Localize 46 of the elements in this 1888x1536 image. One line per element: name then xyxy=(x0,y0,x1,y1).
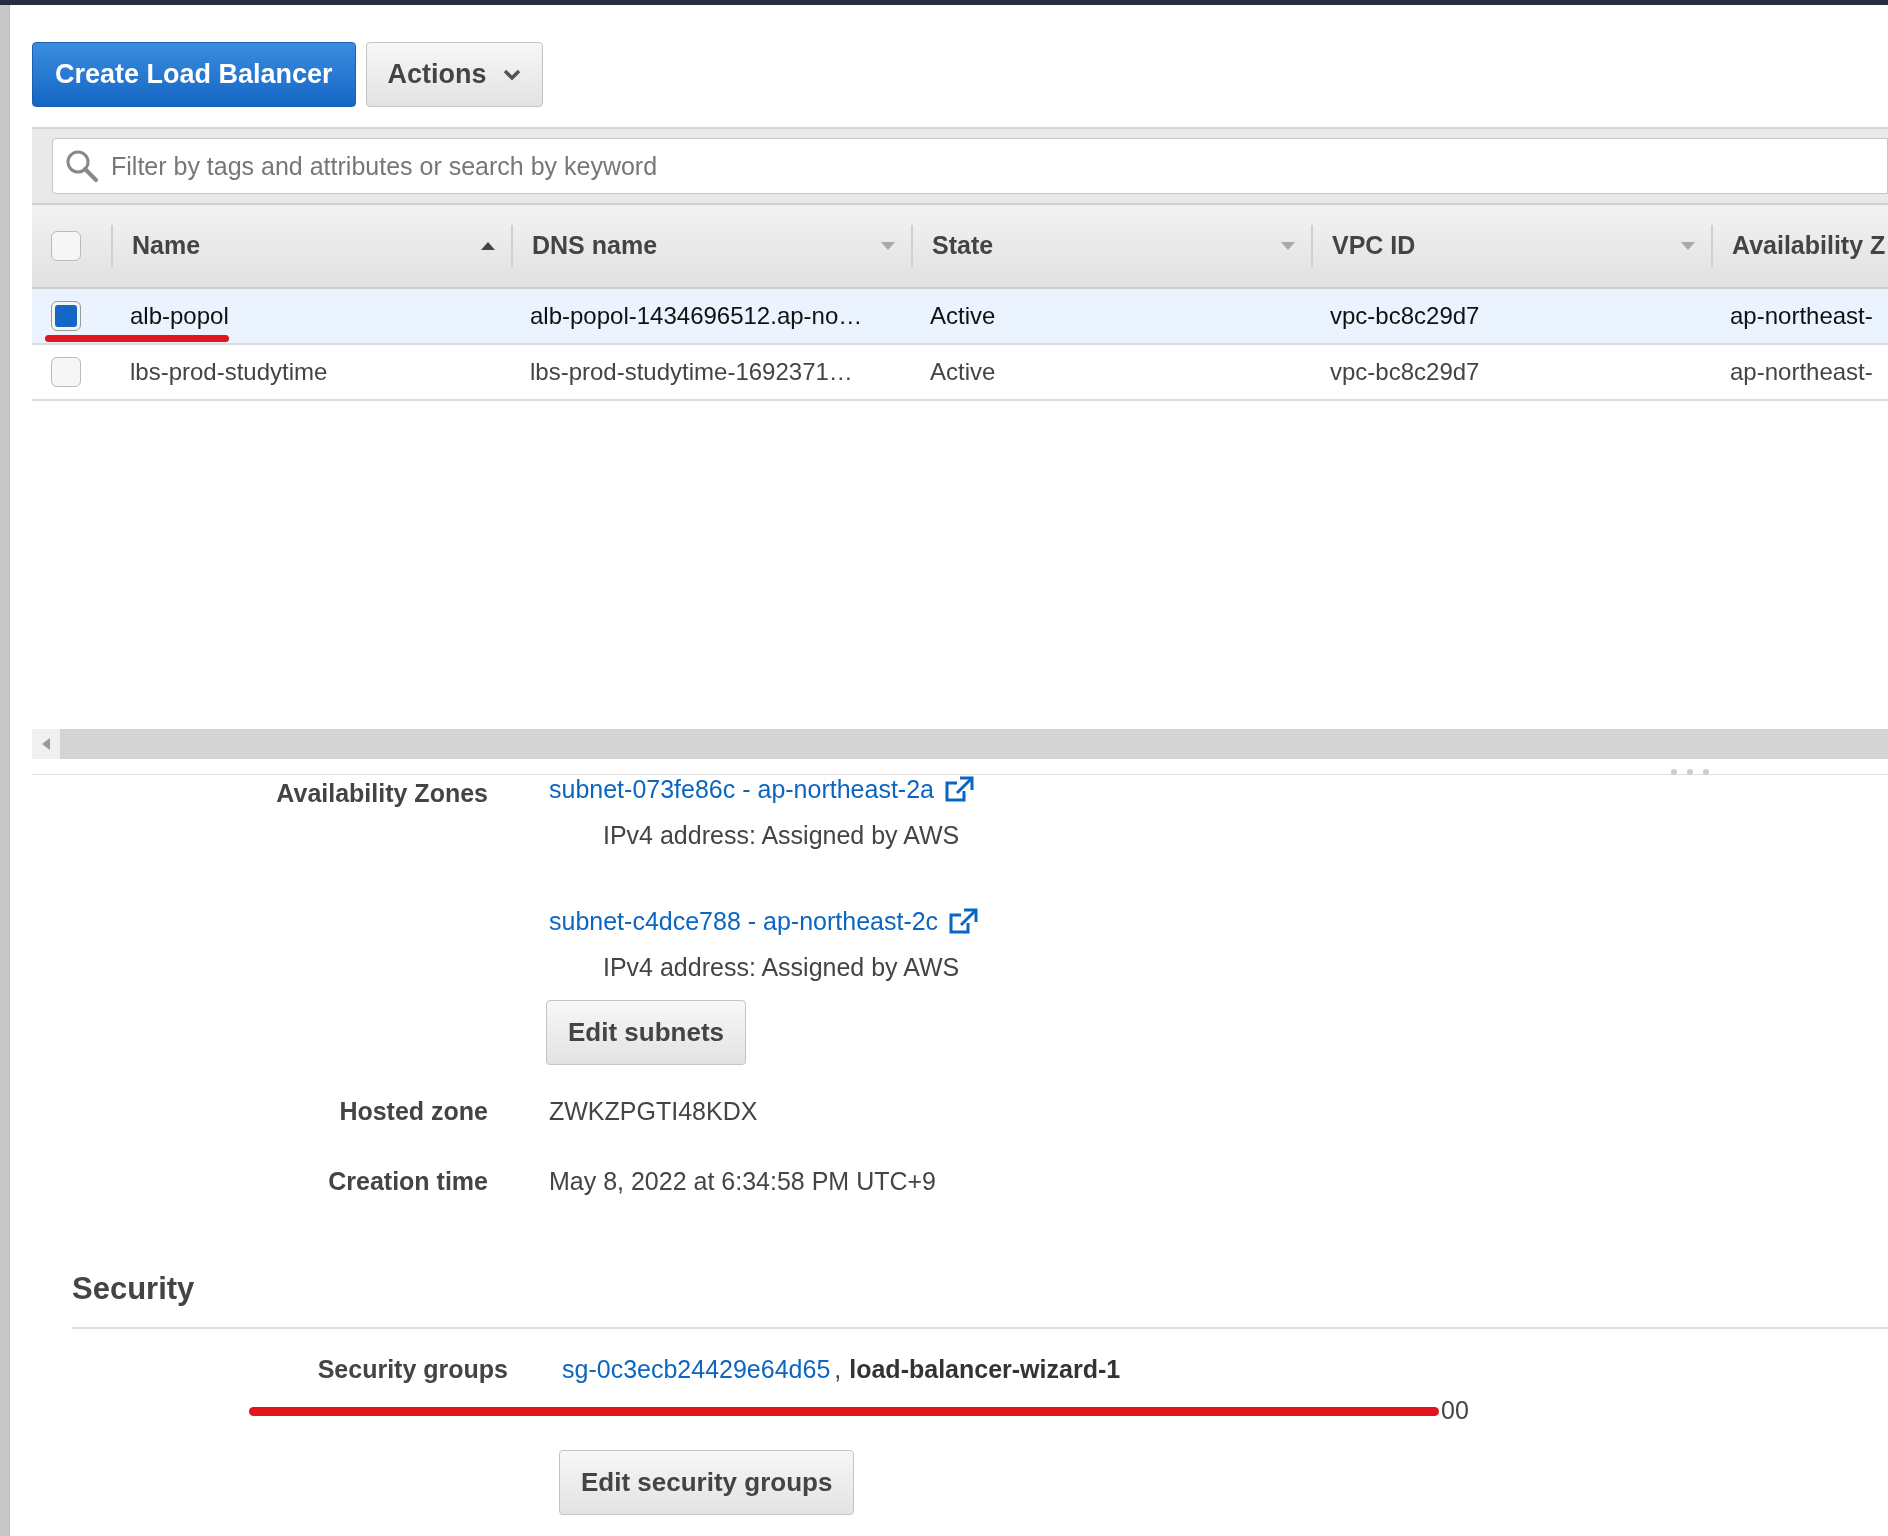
external-link-icon xyxy=(948,907,979,936)
actions-dropdown[interactable]: Actions xyxy=(365,42,543,107)
caret-down-icon xyxy=(502,68,521,81)
security-group-name: load-balancer-wizard-1 xyxy=(849,1353,1121,1385)
ipv4-note: IPv4 address: Assigned by AWS xyxy=(603,951,961,983)
section-heading: Security xyxy=(72,1270,195,1308)
row-checkbox[interactable] xyxy=(51,357,81,387)
row-checkbox[interactable] xyxy=(51,301,81,331)
table-cell-text: alb-popol-1434696512.ap-no… xyxy=(530,301,863,331)
ipv4-note: IPv4 address: Assigned by AWS xyxy=(603,820,961,851)
create-load-balancer-button[interactable]: Create Load Balancer xyxy=(32,42,356,107)
column-header[interactable]: VPC ID xyxy=(1311,225,1711,267)
field-value: May 8, 2022 at 6:34:58 PM UTC+9 xyxy=(549,1165,936,1197)
field-label: Availability Zones xyxy=(276,778,488,809)
column-header[interactable]: Name xyxy=(111,225,511,267)
left-arrow-icon xyxy=(42,738,50,750)
table-cell-text: lbs-prod-studytime xyxy=(130,357,328,387)
column-header[interactable]: DNS name xyxy=(511,225,911,267)
column-header[interactable]: Availability Z xyxy=(1711,225,1888,267)
scroll-left-button[interactable] xyxy=(32,729,60,759)
search-field[interactable]: Filter by tags and attributes or search by keyword xyxy=(52,138,1888,194)
separator-text: , xyxy=(834,1353,842,1385)
field-value: ZWKZPGTI48KDX xyxy=(549,1096,758,1127)
resize-handle-icon[interactable] xyxy=(1669,768,1711,776)
select-all-checkbox[interactable] xyxy=(51,231,81,261)
table-cell-text: vpc-bc8c29d7 xyxy=(1330,301,1480,331)
subnet-link[interactable]: subnet-c4dce788 - ap-northeast-2c xyxy=(549,906,979,937)
security-group-description: 00 xyxy=(1441,1395,1469,1427)
table-cell-text: Active xyxy=(930,357,996,387)
table-cell-text: alb-popol xyxy=(130,301,229,331)
edit-security-groups-button[interactable]: Edit security groups xyxy=(559,1450,855,1515)
table-cell-text: vpc-bc8c29d7 xyxy=(1330,357,1480,387)
edit-subnets-button[interactable]: Edit subnets xyxy=(546,1000,746,1065)
search-icon xyxy=(64,148,100,184)
field-label: Hosted zone xyxy=(339,1096,488,1127)
table-cell-text: lbs-prod-studytime-1692371… xyxy=(530,357,853,387)
table-cell-text: ap-northeast- xyxy=(1730,357,1873,387)
table-row[interactable]: alb-popol alb-popol-1434696512.ap-no… Active vpc-bc8c29d7 ap-northeast- xyxy=(32,289,1888,345)
table-cell-text: Active xyxy=(930,301,996,331)
external-link-icon xyxy=(944,776,974,804)
table-cell-text: ap-northeast- xyxy=(1730,301,1873,331)
field-label: Creation time xyxy=(328,1165,488,1197)
security-group-link[interactable]: sg-0c3ecb24429e64d65 xyxy=(562,1350,831,1388)
subnet-link[interactable]: subnet-073fe86c - ap-northeast-2a xyxy=(549,775,979,805)
field-label: Security groups xyxy=(317,1353,508,1385)
column-header[interactable]: State xyxy=(911,225,1311,267)
